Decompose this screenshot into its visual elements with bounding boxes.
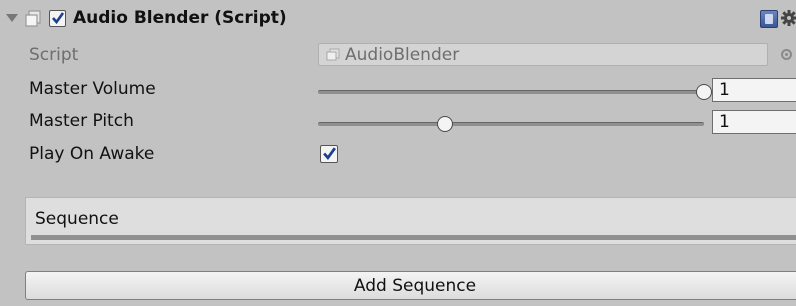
sequence-header: Sequence — [35, 209, 119, 229]
master-volume-value: 1 — [719, 80, 730, 100]
component-title: Audio Blender (Script) — [73, 8, 287, 28]
slider-track — [318, 122, 704, 126]
master-volume-row: Master Volume 1 — [0, 74, 796, 104]
checkmark-icon — [323, 147, 336, 161]
master-pitch-value: 1 — [719, 112, 730, 132]
script-object-field[interactable]: AudioBlender — [318, 43, 768, 66]
add-sequence-button[interactable]: Add Sequence — [25, 271, 796, 300]
master-pitch-row: Master Pitch 1 — [0, 106, 796, 136]
master-pitch-field[interactable]: 1 — [712, 110, 796, 134]
slider-thumb[interactable] — [437, 116, 454, 132]
play-on-awake-row: Play On Awake — [0, 139, 796, 169]
foldout-arrow-icon[interactable] — [6, 14, 18, 22]
component-header: Audio Blender (Script) — [0, 0, 796, 34]
slider-track — [318, 90, 704, 94]
object-picker-icon[interactable] — [781, 49, 792, 60]
master-pitch-slider[interactable] — [318, 116, 704, 134]
sequence-list: Sequence — [25, 197, 796, 245]
script-file-icon — [25, 10, 41, 27]
master-pitch-label: Master Pitch — [29, 111, 134, 131]
master-volume-slider[interactable] — [318, 84, 712, 102]
sequence-list-footer — [31, 235, 796, 240]
script-object-value: AudioBlender — [345, 45, 460, 65]
script-file-icon — [326, 48, 340, 61]
gear-icon[interactable] — [780, 9, 796, 27]
script-label: Script — [29, 45, 79, 65]
play-on-awake-checkbox[interactable] — [320, 145, 338, 163]
slider-thumb[interactable] — [696, 84, 712, 100]
master-volume-field[interactable]: 1 — [712, 78, 796, 102]
master-volume-label: Master Volume — [29, 79, 156, 99]
add-sequence-label: Add Sequence — [353, 276, 477, 296]
play-on-awake-label: Play On Awake — [29, 144, 155, 164]
script-row: Script AudioBlender — [0, 40, 796, 70]
help-book-icon[interactable] — [760, 10, 778, 28]
component-enabled-checkbox[interactable] — [49, 10, 66, 27]
